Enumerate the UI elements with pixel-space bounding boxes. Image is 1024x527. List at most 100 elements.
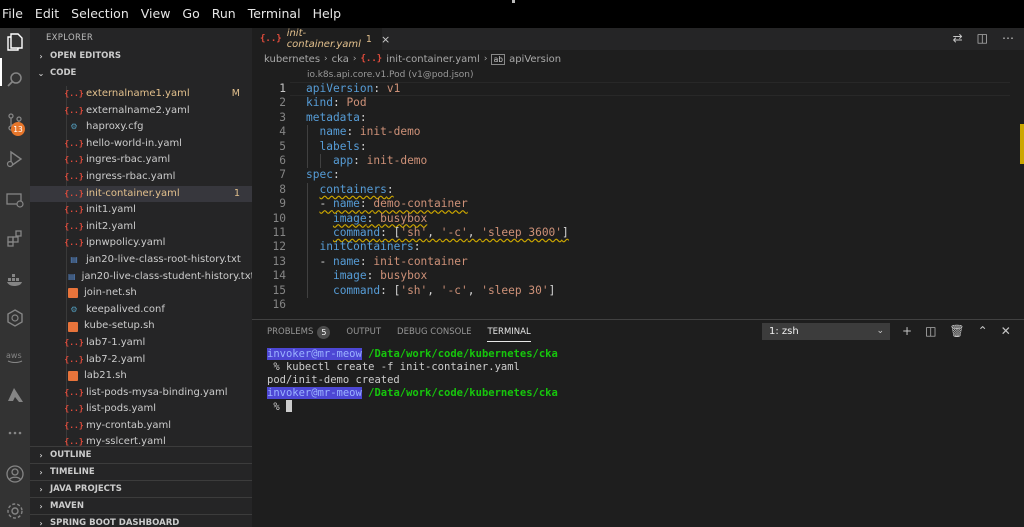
file-item[interactable]: {..} ipnwpolicy.yaml bbox=[30, 235, 252, 252]
terminal-output[interactable]: invoker@mr-meow /Data/work/code/kubernet… bbox=[267, 348, 558, 413]
code-line[interactable]: 14 image: busybox bbox=[252, 269, 1024, 283]
maven-section[interactable]: › MAVEN bbox=[30, 497, 252, 514]
menu-go[interactable]: Go bbox=[176, 0, 205, 28]
file-item[interactable]: {..} externalname2.yaml bbox=[30, 103, 252, 120]
code-line[interactable]: 8 containers: bbox=[252, 183, 1024, 197]
account-icon[interactable] bbox=[5, 464, 25, 484]
maximize-panel-icon[interactable]: ⌃ bbox=[978, 323, 988, 340]
tab-debug-console[interactable]: DEBUG CONSOLE bbox=[397, 320, 471, 344]
code-line[interactable]: 6 app: init-demo bbox=[252, 154, 1024, 168]
close-icon[interactable]: ✕ bbox=[1001, 323, 1011, 340]
code-line[interactable]: 11 command: ['sh', '-c', 'sleep 3600'] bbox=[252, 226, 1024, 240]
code-text: command: ['sh', '-c', 'sleep 30'] bbox=[332, 283, 556, 297]
code-editor[interactable]: 1 apiVersion: v1 2 kind: Pod 3 metadata: 4 nam… bbox=[252, 82, 1024, 314]
file-item[interactable]: {..} ingres-rbac.yaml bbox=[30, 152, 252, 169]
file-item[interactable]: {..} externalname1.yaml M bbox=[30, 86, 252, 103]
file-item[interactable]: {..} lab7-2.yaml bbox=[30, 352, 252, 369]
menu-selection[interactable]: Selection bbox=[65, 0, 135, 28]
code-line[interactable]: 13 - name: init-container bbox=[252, 255, 1024, 269]
spring-boot-dashboard-section[interactable]: › SPRING BOOT DASHBOARD bbox=[30, 514, 252, 527]
code-line[interactable]: 3 metadata: bbox=[252, 111, 1024, 125]
code-line[interactable]: 9 - name: demo-container bbox=[252, 197, 1024, 211]
outline-section[interactable]: › OUTLINE bbox=[30, 446, 252, 463]
tab-output[interactable]: OUTPUT bbox=[346, 320, 381, 344]
search-icon[interactable] bbox=[5, 70, 25, 90]
code-line[interactable]: 4 name: init-demo bbox=[252, 125, 1024, 139]
code-line[interactable]: 10 image: busybox bbox=[252, 212, 1024, 226]
new-terminal-icon[interactable]: + bbox=[902, 323, 912, 340]
azure-icon[interactable] bbox=[5, 385, 25, 405]
menu-run[interactable]: Run bbox=[206, 0, 242, 28]
folder-section-code[interactable]: ⌄ CODE bbox=[30, 65, 252, 82]
file-item[interactable]: ▤ jan20-live-class-root-history.txt bbox=[30, 252, 252, 269]
code-line[interactable]: 2 kind: Pod bbox=[252, 96, 1024, 110]
menu-terminal[interactable]: Terminal bbox=[242, 0, 307, 28]
schema-codelens[interactable]: io.k8s.api.core.v1.Pod (v1@pod.json) bbox=[307, 68, 474, 82]
file-item[interactable]: kube-setup.sh bbox=[30, 318, 252, 335]
remote-explorer-icon[interactable] bbox=[5, 190, 25, 210]
file-item[interactable]: ⚙ haproxy.cfg bbox=[30, 119, 252, 136]
file-name: my-crontab.yaml bbox=[86, 419, 172, 431]
code-line[interactable]: 5 labels: bbox=[252, 140, 1024, 154]
breadcrumb-item[interactable]: init-container.yaml bbox=[386, 54, 480, 65]
menu-help[interactable]: Help bbox=[307, 0, 348, 28]
file-item[interactable]: {..} my-crontab.yaml bbox=[30, 418, 252, 435]
more-icon[interactable] bbox=[5, 423, 25, 443]
line-number: 3 bbox=[279, 110, 286, 124]
explorer-sidebar: EXPLORER › OPEN EDITORS ⌄ CODE {..} exter… bbox=[30, 28, 252, 527]
open-editors-section[interactable]: › OPEN EDITORS bbox=[30, 48, 252, 65]
file-item[interactable]: ▤ jan20-live-class-student-history.txt bbox=[30, 269, 252, 286]
breadcrumb-item[interactable]: apiVersion bbox=[509, 54, 561, 65]
file-item[interactable]: {..} list-pods-mysa-binding.yaml bbox=[30, 385, 252, 402]
file-name: keepalived.conf bbox=[86, 303, 165, 315]
file-item[interactable]: {..} init-container.yaml 1 bbox=[30, 185, 252, 203]
yaml-file-icon: {..} bbox=[64, 337, 84, 347]
breadcrumb-item[interactable]: cka bbox=[332, 54, 349, 65]
aws-icon[interactable]: aws bbox=[5, 346, 25, 366]
settings-gear-icon[interactable] bbox=[5, 501, 25, 521]
file-item[interactable]: {..} list-pods.yaml bbox=[30, 401, 252, 418]
java-projects-section[interactable]: › JAVA PROJECTS bbox=[30, 480, 252, 497]
config-file-icon: ⚙ bbox=[70, 122, 78, 132]
shell-file-icon bbox=[68, 321, 78, 332]
tab-problems[interactable]: PROBLEMS 5 bbox=[267, 320, 331, 344]
code-line[interactable]: 7 spec: bbox=[252, 168, 1024, 182]
file-item[interactable]: {..} ingress-rbac.yaml bbox=[30, 169, 252, 186]
breadcrumb-item[interactable]: kubernetes bbox=[264, 54, 320, 65]
code-line[interactable]: 16 bbox=[252, 298, 1024, 312]
file-name: list-pods.yaml bbox=[86, 403, 157, 415]
split-terminal-icon[interactable]: ◫ bbox=[925, 323, 936, 340]
docker-icon[interactable] bbox=[5, 269, 25, 289]
tab-terminal[interactable]: TERMINAL bbox=[487, 320, 531, 344]
code-line[interactable]: 12 initContainers: bbox=[252, 240, 1024, 254]
file-item[interactable]: join-net.sh bbox=[30, 285, 252, 302]
file-item[interactable]: lab21.sh bbox=[30, 368, 252, 385]
file-item[interactable]: {..} hello-world-in.yaml bbox=[30, 136, 252, 153]
run-debug-icon[interactable] bbox=[5, 149, 25, 169]
code-line[interactable]: 1 apiVersion: v1 bbox=[252, 82, 1024, 97]
split-editor-icon[interactable]: ◫ bbox=[977, 31, 988, 45]
file-item[interactable]: {..} init1.yaml bbox=[30, 202, 252, 219]
timeline-section[interactable]: › TIMELINE bbox=[30, 463, 252, 480]
close-icon[interactable]: × bbox=[381, 33, 390, 46]
menu-view[interactable]: View bbox=[135, 0, 177, 28]
folder-label: CODE bbox=[50, 68, 77, 78]
terminal-path: /Data/work/code/kubernetes/cka bbox=[368, 387, 558, 399]
tab-init-container-yaml[interactable]: {..} init-container.yaml 1 × bbox=[252, 28, 390, 50]
line-number: 10 bbox=[272, 211, 286, 225]
terminal-command: % kubectl create -f init-container.yaml bbox=[267, 361, 520, 373]
file-name: jan20-live-class-root-history.txt bbox=[86, 253, 241, 265]
compare-changes-icon[interactable]: ⇄ bbox=[953, 31, 963, 45]
files-icon[interactable] bbox=[5, 32, 25, 52]
code-line[interactable]: 15 command: ['sh', '-c', 'sleep 30'] bbox=[252, 284, 1024, 298]
file-item[interactable]: {..} lab7-1.yaml bbox=[30, 335, 252, 352]
kubernetes-icon[interactable] bbox=[5, 308, 25, 328]
file-item[interactable]: ⚙ keepalived.conf bbox=[30, 302, 252, 319]
trash-icon[interactable]: 🗑 bbox=[949, 323, 964, 340]
terminal-selector[interactable]: 1: zsh ⌄ bbox=[762, 323, 890, 340]
extensions-icon[interactable] bbox=[5, 228, 25, 248]
menu-edit[interactable]: Edit bbox=[29, 0, 65, 28]
menu-file[interactable]: File bbox=[0, 0, 29, 28]
file-item[interactable]: {..} init2.yaml bbox=[30, 219, 252, 236]
more-actions-icon[interactable]: ⋯ bbox=[1002, 31, 1014, 45]
